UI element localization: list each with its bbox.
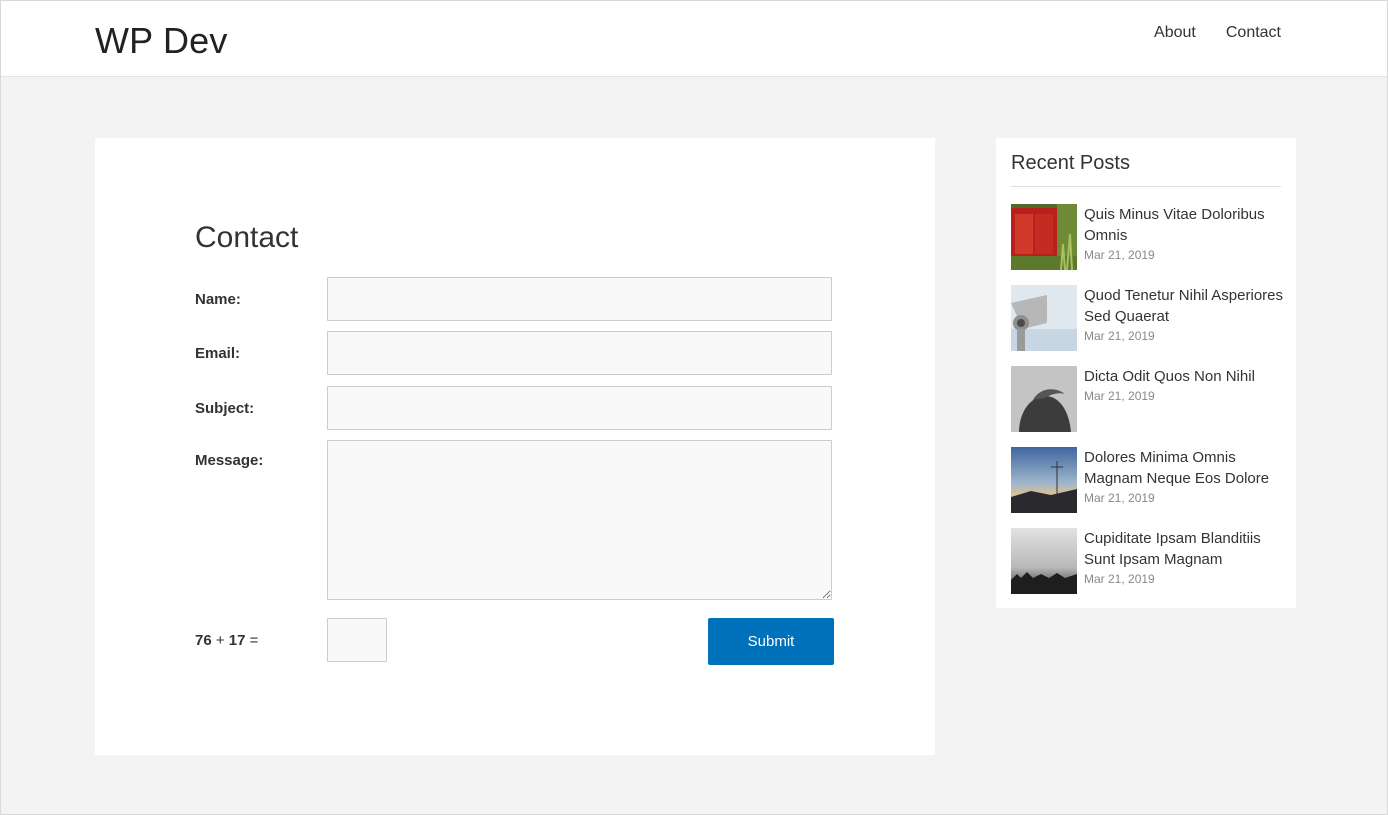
submit-button[interactable]: Submit [708,618,834,665]
page-frame: WP Dev About Contact Contact Name: Email… [0,0,1388,815]
post-title-link[interactable]: Quis Minus Vitae Doloribus Omnis [1084,204,1284,246]
post-title-link[interactable]: Cupiditate Ipsam Blanditiis Sunt Ipsam M… [1084,528,1284,570]
nav-item-contact[interactable]: Contact [1226,23,1281,43]
post-date: Mar 21, 2019 [1084,389,1155,403]
subject-field[interactable] [327,386,832,430]
post-title-link[interactable]: Dicta Odit Quos Non Nihil [1084,366,1284,387]
recent-post-item: Dicta Odit Quos Non Nihil Mar 21, 2019 [1011,366,1281,432]
recent-post-item: Dolores Minima Omnis Magnam Neque Eos Do… [1011,447,1281,513]
name-label: Name: [195,291,241,308]
post-thumbnail[interactable] [1011,528,1077,594]
post-title-link[interactable]: Quod Tenetur Nihil Asperiores Sed Quaera… [1084,285,1284,327]
sidebar-recent-posts: Recent Posts Quis Minus Vitae Doloribus … [996,138,1296,608]
site-title[interactable]: WP Dev [95,21,228,61]
post-date: Mar 21, 2019 [1084,248,1155,262]
site-header: WP Dev About Contact [1,1,1387,77]
email-field[interactable] [327,331,832,375]
captcha-equals: = [249,632,259,649]
post-date: Mar 21, 2019 [1084,572,1155,586]
widget-title: Recent Posts [1011,152,1130,174]
post-date: Mar 21, 2019 [1084,491,1155,505]
message-label: Message: [195,452,264,469]
captcha-operand-b: 17 [228,632,246,649]
content-card: Contact Name: Email: Subject: Message: 7… [95,138,935,755]
name-field[interactable] [327,277,832,321]
captcha-operand-a: 76 [195,632,212,649]
captcha-question: 76 + 17 = [195,632,258,649]
recent-post-item: Quod Tenetur Nihil Asperiores Sed Quaera… [1011,285,1284,351]
page-title: Contact [195,221,299,254]
post-title-link[interactable]: Dolores Minima Omnis Magnam Neque Eos Do… [1084,447,1284,489]
widget-divider [1011,186,1281,187]
recent-post-item: Quis Minus Vitae Doloribus Omnis Mar 21,… [1011,204,1281,270]
subject-label: Subject: [195,400,255,417]
captcha-answer-field[interactable] [327,618,387,662]
email-label: Email: [195,345,241,362]
post-thumbnail[interactable] [1011,285,1077,351]
message-field[interactable] [327,440,832,600]
recent-post-item: Cupiditate Ipsam Blanditiis Sunt Ipsam M… [1011,528,1281,594]
nav-item-about[interactable]: About [1154,23,1196,43]
captcha-operator: + [215,632,225,649]
post-thumbnail[interactable] [1011,447,1077,513]
post-thumbnail[interactable] [1011,204,1077,270]
main-nav: About Contact [1154,23,1281,43]
post-thumbnail[interactable] [1011,366,1077,432]
post-date: Mar 21, 2019 [1084,329,1155,343]
